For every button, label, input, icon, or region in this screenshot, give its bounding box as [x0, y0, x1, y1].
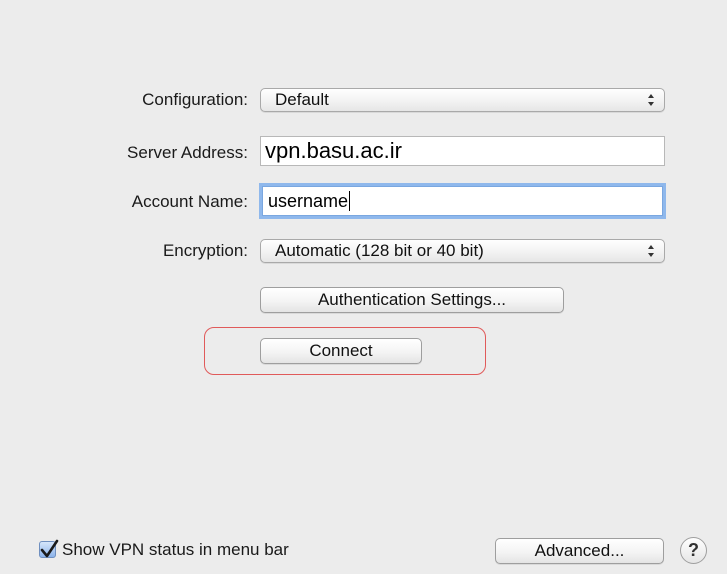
vpn-settings-panel: Configuration: Default Server Address: v…: [0, 0, 727, 574]
server-address-value: vpn.basu.ac.ir: [265, 137, 406, 165]
up-down-arrows-icon: [648, 245, 654, 257]
account-name-field[interactable]: username: [262, 186, 663, 216]
server-address-label: Server Address:: [127, 143, 248, 162]
account-name-text: username: [268, 190, 351, 212]
account-name-value: username: [268, 191, 349, 211]
configuration-value: Default: [275, 90, 329, 109]
checkmark-icon: [40, 539, 59, 558]
connect-button[interactable]: Connect: [260, 338, 422, 364]
text-caret: [349, 191, 351, 211]
encryption-label: Encryption:: [162, 241, 248, 260]
encryption-popup[interactable]: Automatic (128 bit or 40 bit): [260, 239, 665, 263]
account-name-label: Account Name:: [131, 192, 248, 211]
show-vpn-status-label: Show VPN status in menu bar: [62, 540, 289, 559]
encryption-value: Automatic (128 bit or 40 bit): [275, 241, 484, 260]
help-icon[interactable]: ?: [680, 537, 707, 564]
up-down-arrows-icon: [648, 94, 654, 106]
advanced-button[interactable]: Advanced...: [495, 538, 664, 564]
show-vpn-status-checkbox[interactable]: [39, 539, 59, 558]
configuration-label: Configuration:: [142, 90, 248, 109]
configuration-popup[interactable]: Default: [260, 88, 665, 112]
server-address-field[interactable]: vpn.basu.ac.ir: [260, 136, 665, 166]
authentication-settings-button[interactable]: Authentication Settings...: [260, 287, 564, 313]
